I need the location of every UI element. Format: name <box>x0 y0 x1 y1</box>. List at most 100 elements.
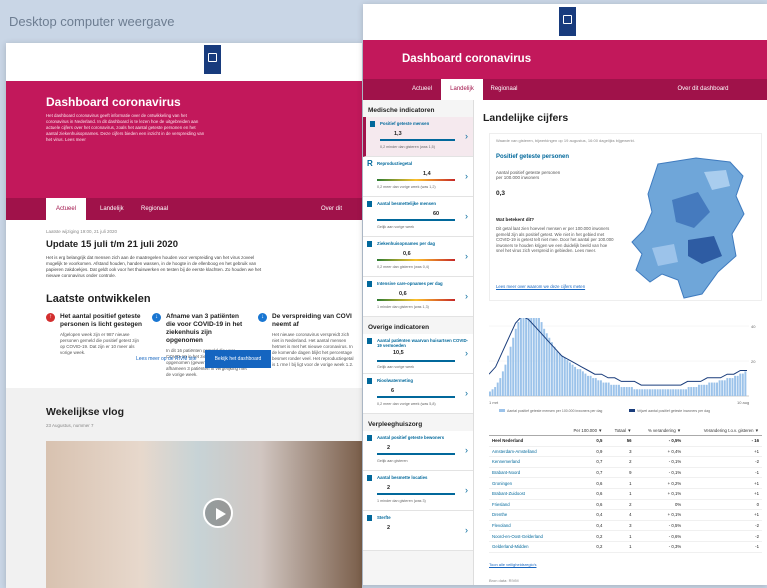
column-per-100k[interactable]: Per 100.000 ▼ <box>561 426 606 436</box>
item-value: 1,4 <box>423 171 431 177</box>
value-bar <box>380 139 455 141</box>
sidebar-section-title: Overige indicatoren <box>363 317 473 334</box>
item-label: Intensive care-opnames per dag <box>377 281 443 286</box>
column-total[interactable]: Totaal ▼ <box>605 426 635 436</box>
change: - 16 <box>684 435 762 447</box>
pct-change: - 0,5% <box>634 520 685 532</box>
table-row[interactable]: Brabant-Noord 0,7 9- 0,1% -1 <box>489 467 762 479</box>
rivm-link[interactable]: Lees meer op de RIVM site <box>136 356 197 362</box>
table-row[interactable]: Heel Nederland 0,5 56- 0,5% - 16 <box>489 435 762 447</box>
panel-subtitle: Aantal positief geteste personen per 100… <box>496 170 561 180</box>
tab-regionaal[interactable]: Regionaal <box>483 79 525 100</box>
ic-bed-icon <box>367 281 372 287</box>
table-row[interactable]: Flevoland 0,4 3- 0,5% -2 <box>489 520 762 532</box>
pct-change: 0% <box>634 499 685 511</box>
r-icon: R <box>367 159 373 168</box>
bar <box>667 389 669 396</box>
sidebar-item-ic[interactable]: Intensive care-opnames per dag 0,6 1 minde… <box>363 277 473 317</box>
development-item: ↑ Het aantal positief geteste personen i… <box>46 313 144 378</box>
tab-actueel[interactable]: Actueel <box>46 198 86 220</box>
bar <box>553 346 556 396</box>
bar <box>527 318 530 396</box>
view-dashboard-button[interactable]: Bekijk het dashboard <box>204 350 272 368</box>
tab-landelijk[interactable]: Landelijk <box>441 79 483 100</box>
sidebar-item-gp-suspicion[interactable]: Aantal patiënten waarvan huisartsen COVI… <box>363 334 473 374</box>
show-all-link[interactable]: Toon alle veiligheidsregio's <box>489 562 536 567</box>
nursing-home-icon <box>367 435 372 441</box>
item-note: 0,2 meer dan vorige week (was 5,8) <box>377 402 436 406</box>
sidebar-item-sewage[interactable]: Rioolwatermeting 6 0,2 meer dan vorige wee… <box>363 374 473 414</box>
item-value: 1,3 <box>394 131 402 137</box>
bar <box>726 378 729 396</box>
hero-description: Het dashboard coronavirus geeft informat… <box>46 113 205 142</box>
bar <box>646 389 649 396</box>
legend-swatch <box>629 409 635 412</box>
tab-actueel[interactable]: Actueel <box>403 79 441 100</box>
video-player[interactable] <box>46 441 362 588</box>
bar <box>744 371 747 396</box>
tab-over-dashboard[interactable]: Over dit dashboard <box>663 79 743 100</box>
table-row[interactable]: Amsterdam-Amstelland 0,9 3 + 0,4% +1 <box>489 446 762 458</box>
bar <box>674 389 677 396</box>
location-icon <box>367 475 372 481</box>
x-tick-label: 10 aug <box>737 400 749 405</box>
table-row[interactable]: Groningen 0,6 1 + 0,2% +1 <box>489 477 762 489</box>
sidebar-item-locations[interactable]: Aantal besmette locaties 2 1 minder dan gi… <box>363 471 473 511</box>
vlog-subtitle: 23 Augustus, nummer 7 <box>46 423 94 428</box>
play-icon[interactable] <box>203 498 233 528</box>
bar <box>545 333 548 396</box>
bar <box>592 378 595 396</box>
bar <box>630 387 633 396</box>
hero-banner: Dashboard coronavirus <box>363 40 767 79</box>
sidebar-item-residents[interactable]: Aantal positief geteste bewoners 2 Gelijk … <box>363 431 473 471</box>
table-row[interactable]: Gelderland-Midden 0,2 1- 0,3% -1 <box>489 541 762 553</box>
table-row[interactable]: Noord-en-Oost-Gelderland 0,2 1- 0,6% -2 <box>489 530 762 542</box>
sidebar-item-infectious[interactable]: Aantal besmettelijke mensen 60 Gelijk aan … <box>363 197 473 237</box>
tab-landelijk[interactable]: Landelijk <box>100 198 124 220</box>
arrow-down-icon: ↓ <box>258 313 267 322</box>
bar <box>581 371 584 396</box>
total: 3 <box>605 520 635 532</box>
bar <box>648 389 651 396</box>
sidebar-item-reproduction[interactable]: R Reproductiegetal 1,4 0,2 meer dan vorige … <box>363 157 473 197</box>
person-icon <box>367 201 372 207</box>
hero-banner: Dashboard coronavirus Het dashboard coro… <box>6 81 362 198</box>
bar <box>695 387 698 396</box>
netherlands-map[interactable] <box>618 152 763 302</box>
bar-series <box>489 318 747 396</box>
bar <box>692 387 695 396</box>
notice-text: Waarde van gisteren, bijwerkingen op 19 … <box>496 138 635 143</box>
item-label: Positief geteste mensen <box>380 121 430 126</box>
person-icon <box>370 121 375 127</box>
pct-change: - 0,6% <box>634 530 685 542</box>
tab-over-dashboard[interactable]: Over dit dashbo <box>321 198 362 234</box>
doctor-icon <box>367 338 372 344</box>
column-pct-change[interactable]: % verandering ▼ <box>634 426 685 436</box>
bar <box>721 380 724 396</box>
bar <box>654 389 657 396</box>
bar <box>563 357 566 396</box>
page-title: Dashboard coronavirus <box>402 53 532 65</box>
tab-regionaal[interactable]: Regionaal <box>141 198 168 220</box>
sidebar-item-mortality[interactable]: Sterfte 2 › <box>363 511 473 551</box>
change: -2 <box>684 456 762 468</box>
table-row[interactable]: Friesland 0,6 2 0% 0 <box>489 499 762 511</box>
arrow-down-icon: ↓ <box>152 313 161 322</box>
table-row[interactable]: Kennemerland 0,7 2- 0,1% -2 <box>489 456 762 468</box>
change: -2 <box>684 530 762 542</box>
sidebar-item-hospital[interactable]: Ziekenhuisopnames per dag 0,6 0,2 meer dan… <box>363 237 473 277</box>
bar <box>602 382 605 396</box>
rijksoverheid-logo <box>559 7 576 36</box>
page-title: Dashboard coronavirus <box>46 95 181 109</box>
item-value: 2 <box>387 525 391 531</box>
table-row[interactable]: Drenthe 0,4 4 + 0,1% +1 <box>489 509 762 521</box>
sidebar-item-positive-tests[interactable]: Positief geteste mensen 1,3 0,2 minder dan… <box>363 117 473 157</box>
per-100k: 0,9 <box>561 446 606 458</box>
table-row[interactable]: Brabant-Zuidoost 0,6 1 + 0,1% +1 <box>489 488 762 500</box>
panel-link[interactable]: Lees meer over waarom we deze cijfers me… <box>496 284 616 289</box>
column-change[interactable]: Verandering t.o.v. gisteren ▼ <box>684 426 762 436</box>
bar <box>700 384 703 396</box>
panel-description: Dit getal laat zien hoeveel mensen er pe… <box>496 226 614 254</box>
bar <box>628 387 631 396</box>
bar <box>496 382 499 396</box>
